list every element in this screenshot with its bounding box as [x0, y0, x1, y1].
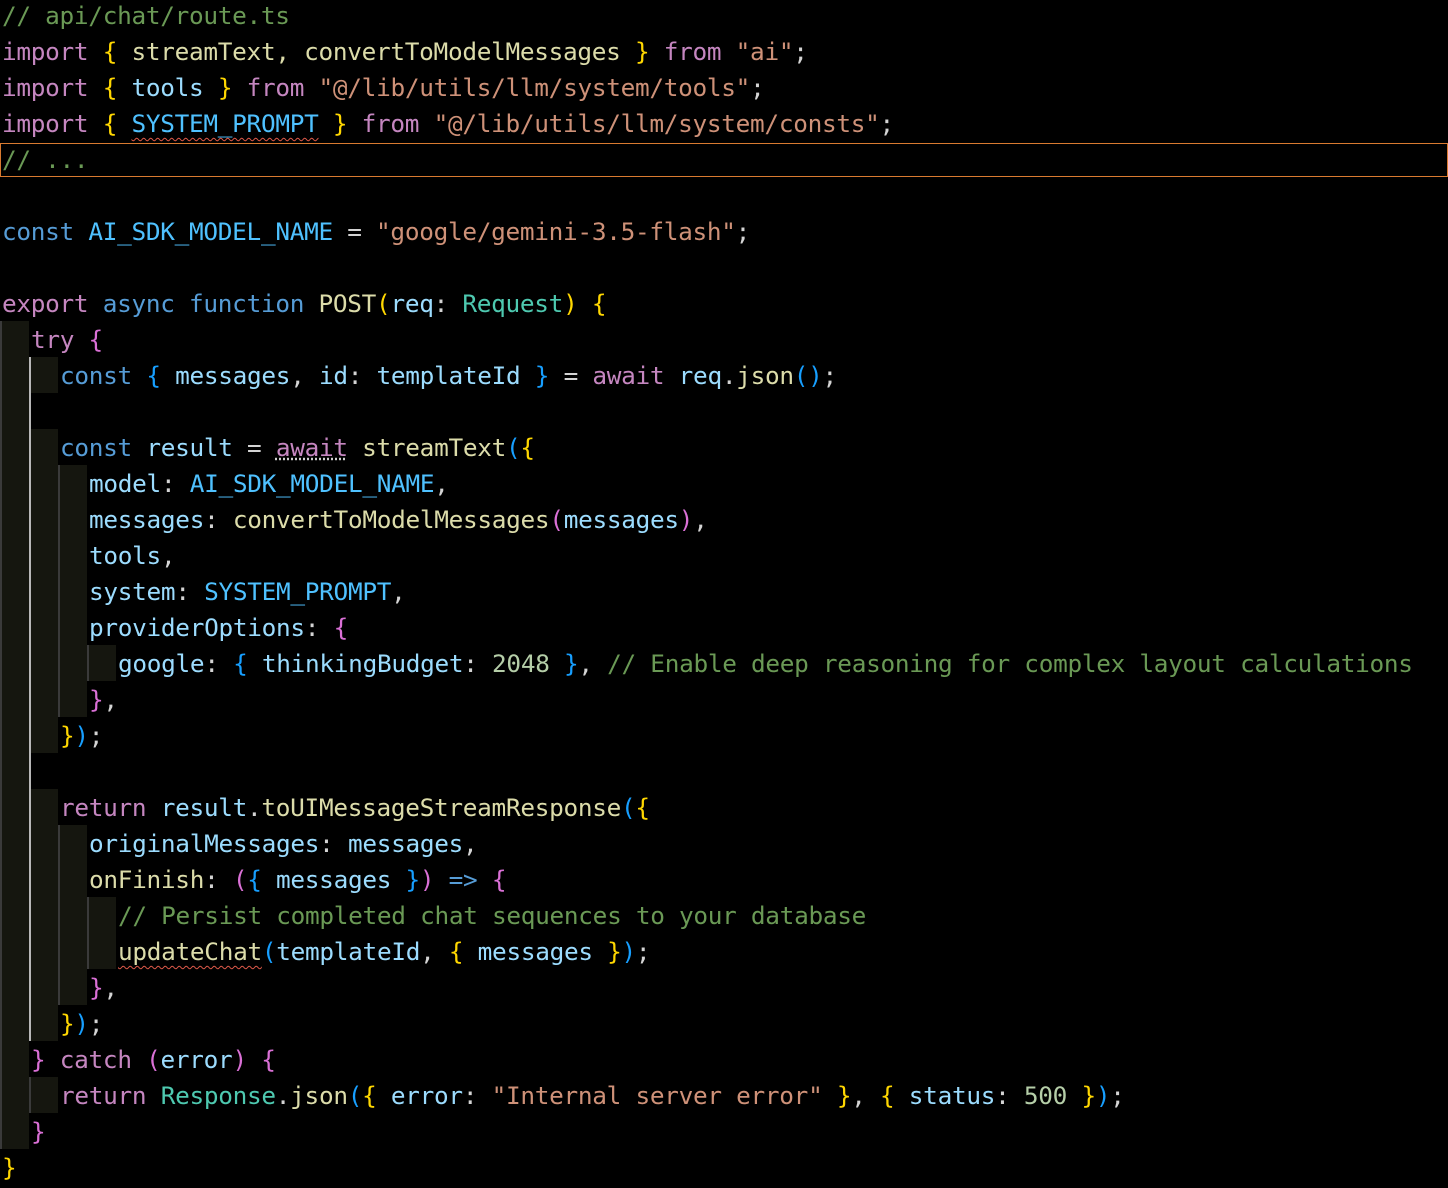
code-line-17[interactable]: system: SYSTEM_PROMPT, [0, 574, 1448, 610]
import-source: "@/lib/utils/llm/system/consts" [433, 109, 880, 138]
code-line-9[interactable]: export async function POST(req: Request)… [0, 286, 1448, 322]
code-line-11[interactable]: const { messages, id: templateId } = awa… [0, 358, 1448, 394]
prop-on-finish: onFinish [89, 865, 205, 894]
thinking-budget-value: 2048 [492, 649, 550, 678]
code-line-15[interactable]: messages: convertToModelMessages(message… [0, 502, 1448, 538]
param-type: Request [462, 289, 564, 318]
ellipsis-comment: // ... [2, 145, 89, 174]
import-keyword: import [2, 37, 89, 66]
code-line-24[interactable]: originalMessages: messages, [0, 826, 1448, 862]
code-line-5[interactable]: // ... [0, 142, 1448, 178]
from-keyword: from [663, 37, 722, 66]
prop-messages: messages [89, 505, 205, 534]
code-line-18[interactable]: providerOptions: { [0, 610, 1448, 646]
import-source: "@/lib/utils/llm/system/tools" [318, 73, 751, 102]
code-line-10[interactable]: try { [0, 322, 1448, 358]
stream-text-call: streamText [362, 433, 506, 462]
var-messages: messages [175, 361, 291, 390]
code-line-28[interactable]: }, [0, 970, 1448, 1006]
code-line-1[interactable]: // api/chat/route.ts [0, 0, 1448, 34]
model-const-value: "google/gemini-3.5-flash" [376, 217, 736, 246]
code-line-26[interactable]: // Persist completed chat sequences to y… [0, 898, 1448, 934]
prop-thinking-budget: thinkingBudget [261, 649, 464, 678]
code-line-3[interactable]: import { tools } from "@/lib/utils/llm/s… [0, 70, 1448, 106]
import-keyword: import [2, 109, 89, 138]
prop-model: model [89, 469, 161, 498]
code-line-14[interactable]: model: AI_SDK_MODEL_NAME, [0, 466, 1448, 502]
prop-tools: tools [89, 541, 161, 570]
update-chat-call-error[interactable]: updateChat [118, 937, 262, 966]
code-line-29[interactable]: }); [0, 1006, 1448, 1042]
import-names: streamText, convertToModelMessages [131, 37, 621, 66]
catch-keyword: catch [59, 1045, 132, 1074]
code-line-13[interactable]: const result = await streamText({ [0, 430, 1448, 466]
error-var: error [160, 1045, 233, 1074]
error-message: "Internal server error" [491, 1081, 823, 1110]
json-method: json [736, 361, 794, 390]
prop-original-messages: originalMessages [89, 829, 320, 858]
code-line-4[interactable]: import { SYSTEM_PROMPT } from "@/lib/uti… [0, 106, 1448, 142]
to-stream-response-call: toUIMessageStreamResponse [261, 793, 622, 822]
from-keyword: from [246, 73, 305, 102]
export-keyword: export [2, 289, 89, 318]
code-line-7[interactable]: const AI_SDK_MODEL_NAME = "google/gemini… [0, 214, 1448, 250]
from-keyword: from [361, 109, 420, 138]
code-line-20[interactable]: }, [0, 682, 1448, 718]
system-value: SYSTEM_PROMPT [204, 577, 392, 606]
code-line-33[interactable]: } [0, 1150, 1448, 1186]
prop-status: status [908, 1081, 996, 1110]
var-template-id: templateId [376, 361, 521, 390]
code-line-21[interactable]: }); [0, 718, 1448, 754]
prop-google: google [118, 649, 205, 678]
import-names-error[interactable]: SYSTEM_PROMPT [131, 109, 318, 138]
code-line-2[interactable]: import { streamText, convertToModelMessa… [0, 34, 1448, 70]
var-result: result [146, 433, 233, 462]
return-keyword: return [60, 793, 147, 822]
const-keyword: const [2, 217, 74, 246]
var-id: id [318, 361, 348, 390]
response-class: Response [160, 1081, 276, 1110]
import-names: tools [131, 73, 204, 102]
async-keyword: async [102, 289, 175, 318]
code-editor[interactable]: // api/chat/route.ts import { streamText… [0, 0, 1448, 1188]
code-line-27[interactable]: updateChat(templateId, { messages }); [0, 934, 1448, 970]
code-line-30[interactable]: } catch (error) { [0, 1042, 1448, 1078]
code-line-23[interactable]: return result.toUIMessageStreamResponse(… [0, 790, 1448, 826]
import-source: "ai" [735, 37, 794, 66]
thinking-comment: // Enable deep reasoning for complex lay… [607, 649, 1413, 678]
prop-provider-options: providerOptions [89, 613, 305, 642]
file-comment: // api/chat/route.ts [2, 1, 290, 30]
param-name: req [390, 289, 434, 318]
status-value: 500 [1023, 1081, 1068, 1110]
code-line-25[interactable]: onFinish: ({ messages }) => { [0, 862, 1448, 898]
function-name: POST [318, 289, 377, 318]
code-line-31[interactable]: return Response.json({ error: "Internal … [0, 1078, 1448, 1114]
prop-system: system [89, 577, 176, 606]
code-line-16[interactable]: tools, [0, 538, 1448, 574]
code-line-19[interactable]: google: { thinkingBudget: 2048 }, // Ena… [0, 646, 1448, 682]
model-const-name: AI_SDK_MODEL_NAME [88, 217, 333, 246]
persist-comment: // Persist completed chat sequences to y… [118, 901, 866, 930]
function-keyword: function [189, 289, 305, 318]
try-keyword: try [31, 325, 75, 354]
import-keyword: import [2, 73, 89, 102]
prop-error: error [390, 1081, 463, 1110]
code-line-32[interactable]: } [0, 1114, 1448, 1150]
convert-fn: convertToModelMessages [232, 505, 550, 534]
